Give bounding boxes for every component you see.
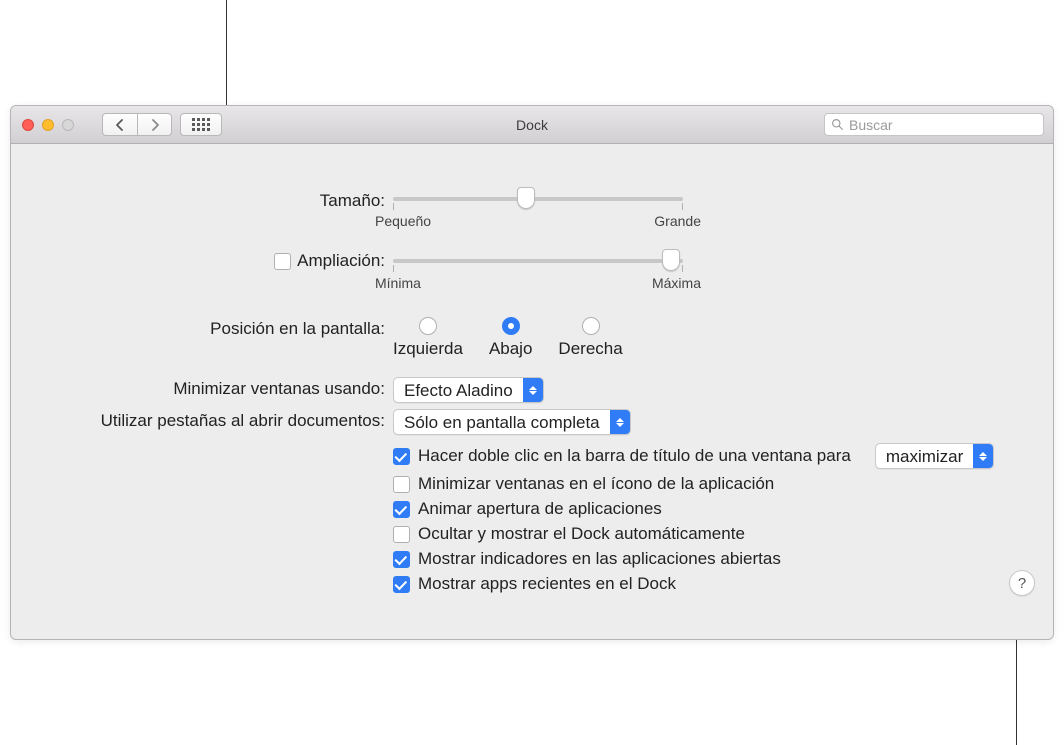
dock-preferences-pane: Tamaño: Pequeño Grande Ampliación: — [11, 144, 1053, 614]
position-left-radio[interactable] — [419, 317, 437, 335]
zoom-button[interactable] — [62, 119, 74, 131]
size-slider[interactable]: Pequeño Grande — [393, 189, 683, 229]
search-field[interactable] — [824, 113, 1044, 136]
magnification-label: Ampliación: — [297, 251, 385, 271]
chevron-up-down-icon — [973, 444, 993, 468]
position-bottom-label: Abajo — [489, 339, 532, 359]
autohide-label: Ocultar y mostrar el Dock automáticament… — [418, 524, 745, 544]
show-all-button[interactable] — [180, 113, 222, 136]
help-button[interactable]: ? — [1009, 570, 1035, 596]
close-button[interactable] — [22, 119, 34, 131]
position-bottom-radio[interactable] — [502, 317, 520, 335]
recent-apps-label: Mostrar apps recientes en el Dock — [418, 574, 676, 594]
double-click-title-bar-checkbox[interactable] — [393, 448, 410, 465]
toolbar: Dock — [11, 106, 1053, 144]
indicators-checkbox[interactable] — [393, 551, 410, 568]
minimize-into-icon-checkbox[interactable] — [393, 476, 410, 493]
search-input[interactable] — [849, 117, 1037, 133]
preferences-window: Dock Tamaño: Pequeño Grande — [10, 105, 1054, 640]
minimize-effect-label: Minimizar ventanas usando: — [173, 379, 385, 399]
animate-checkbox[interactable] — [393, 501, 410, 518]
position-left-label: Izquierda — [393, 339, 463, 359]
forward-button[interactable] — [137, 113, 172, 136]
help-icon: ? — [1018, 575, 1026, 592]
minimize-effect-value: Efecto Aladino — [394, 378, 523, 402]
minimize-into-icon-label: Minimizar ventanas en el ícono de la apl… — [418, 474, 774, 494]
position-right-label: Derecha — [558, 339, 622, 359]
position-right-radio[interactable] — [582, 317, 600, 335]
double-click-title-bar-label: Hacer doble clic en la barra de título d… — [418, 446, 851, 466]
magnification-slider[interactable]: Mínima Máxima — [393, 251, 683, 291]
title-bar-action-value: maximizar — [876, 444, 973, 468]
minimize-button[interactable] — [42, 119, 54, 131]
chevron-up-down-icon — [523, 378, 543, 402]
magnification-max-label: Máxima — [652, 275, 701, 291]
animate-label: Animar apertura de aplicaciones — [418, 499, 662, 519]
magnification-min-label: Mínima — [375, 275, 421, 291]
chevron-up-down-icon — [610, 410, 630, 434]
magnification-checkbox[interactable] — [274, 253, 291, 270]
tabs-value: Sólo en pantalla completa — [394, 410, 610, 434]
size-min-label: Pequeño — [375, 213, 431, 229]
tabs-select[interactable]: Sólo en pantalla completa — [393, 409, 631, 435]
autohide-checkbox[interactable] — [393, 526, 410, 543]
back-button[interactable] — [102, 113, 137, 136]
size-label: Tamaño: — [320, 191, 385, 211]
recent-apps-checkbox[interactable] — [393, 576, 410, 593]
size-max-label: Grande — [654, 213, 701, 229]
position-label: Posición en la pantalla: — [210, 319, 385, 339]
search-icon — [831, 118, 844, 131]
tabs-label: Utilizar pestañas al abrir documentos: — [101, 411, 385, 431]
minimize-effect-select[interactable]: Efecto Aladino — [393, 377, 544, 403]
title-bar-action-select[interactable]: maximizar — [875, 443, 994, 469]
grid-icon — [192, 118, 210, 131]
indicators-label: Mostrar indicadores en las aplicaciones … — [418, 549, 781, 569]
window-controls — [11, 119, 74, 131]
